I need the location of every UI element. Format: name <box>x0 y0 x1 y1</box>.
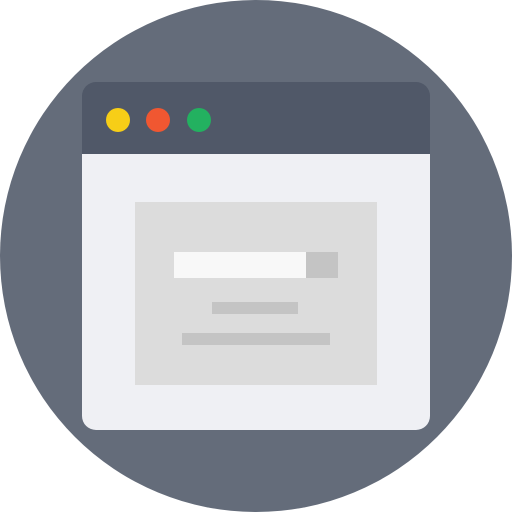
window-content <box>82 154 430 430</box>
browser-window <box>82 82 430 430</box>
text-line-short <box>212 302 298 314</box>
content-panel <box>135 202 377 385</box>
yellow-dot-icon <box>106 108 130 132</box>
input-field-placeholder <box>174 252 306 278</box>
input-button-placeholder <box>306 252 338 278</box>
green-dot-icon <box>187 108 211 132</box>
red-dot-icon <box>146 108 170 132</box>
window-titlebar <box>82 82 430 154</box>
browser-icon-canvas <box>0 0 512 512</box>
text-line-long <box>182 333 330 345</box>
